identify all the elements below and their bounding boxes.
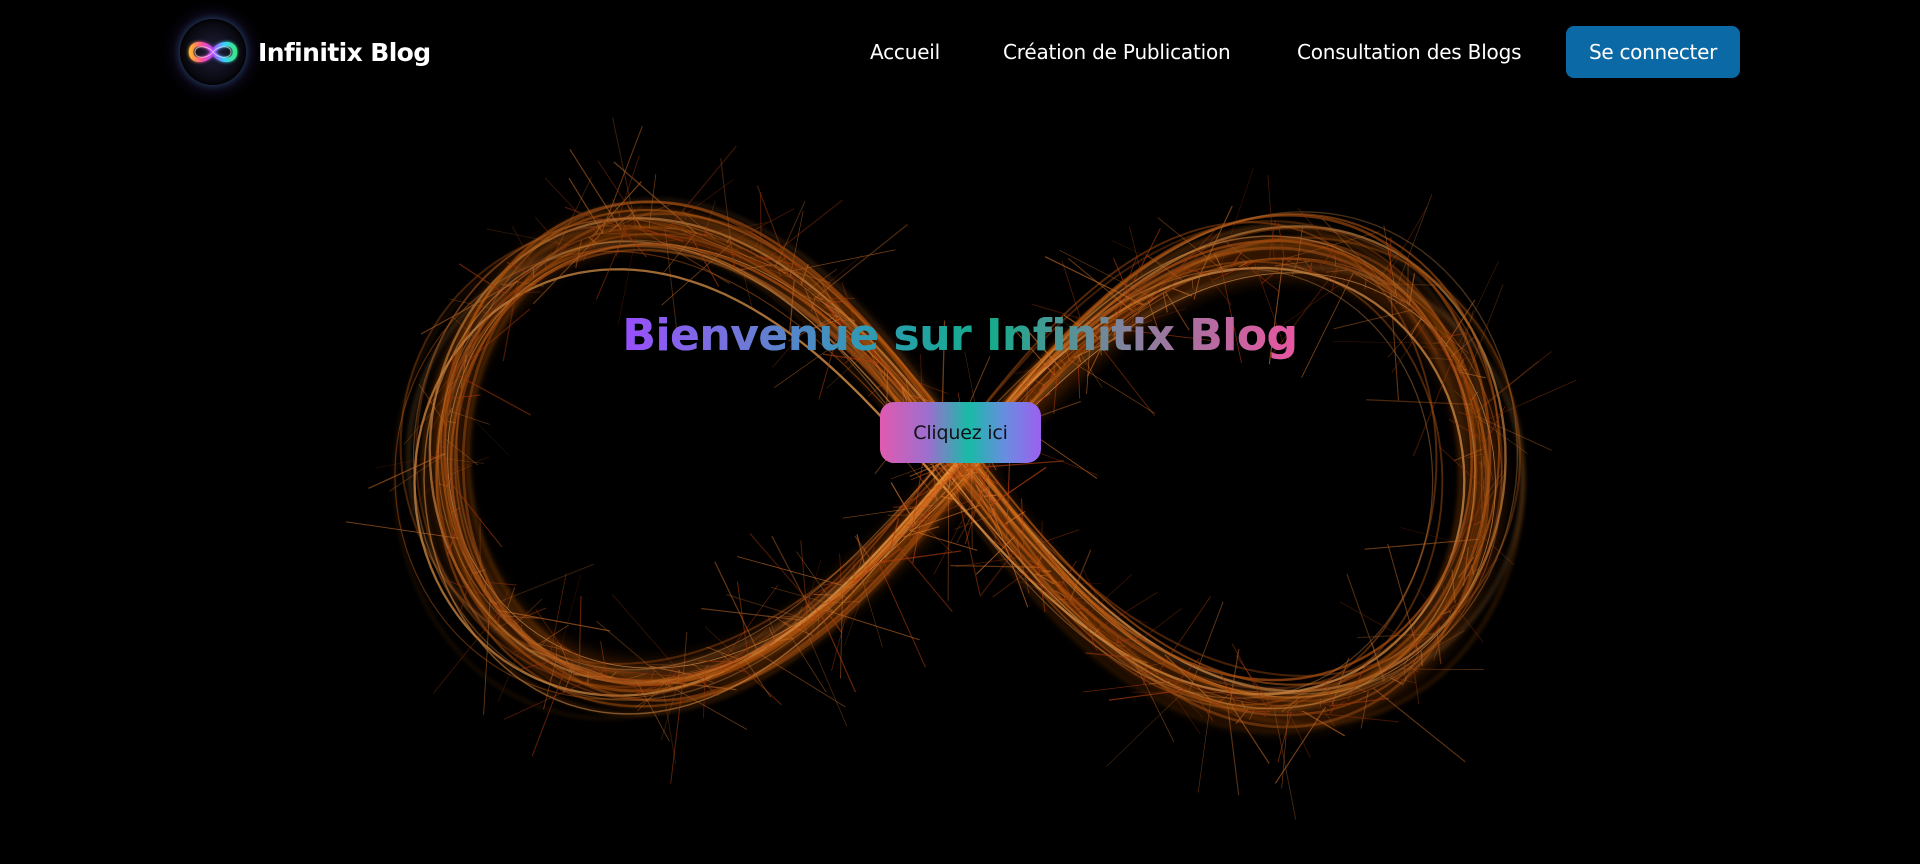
nav-links: Accueil Création de Publication Consulta… — [0, 26, 1920, 78]
cta-button[interactable]: Cliquez ici — [880, 402, 1041, 463]
hero-title-text: Bienvenue sur Infinitix Blog — [622, 310, 1298, 361]
hero-title: Bienvenue sur Infinitix Blog — [0, 310, 1920, 361]
login-button[interactable]: Se connecter — [1566, 26, 1740, 78]
nav-link-accueil[interactable]: Accueil — [870, 26, 940, 78]
nav-link-creation-publication[interactable]: Création de Publication — [1003, 26, 1231, 78]
nav-link-consultation-blogs[interactable]: Consultation des Blogs — [1297, 26, 1522, 78]
navbar: Infinitix Blog Accueil Création de Publi… — [0, 0, 1920, 104]
